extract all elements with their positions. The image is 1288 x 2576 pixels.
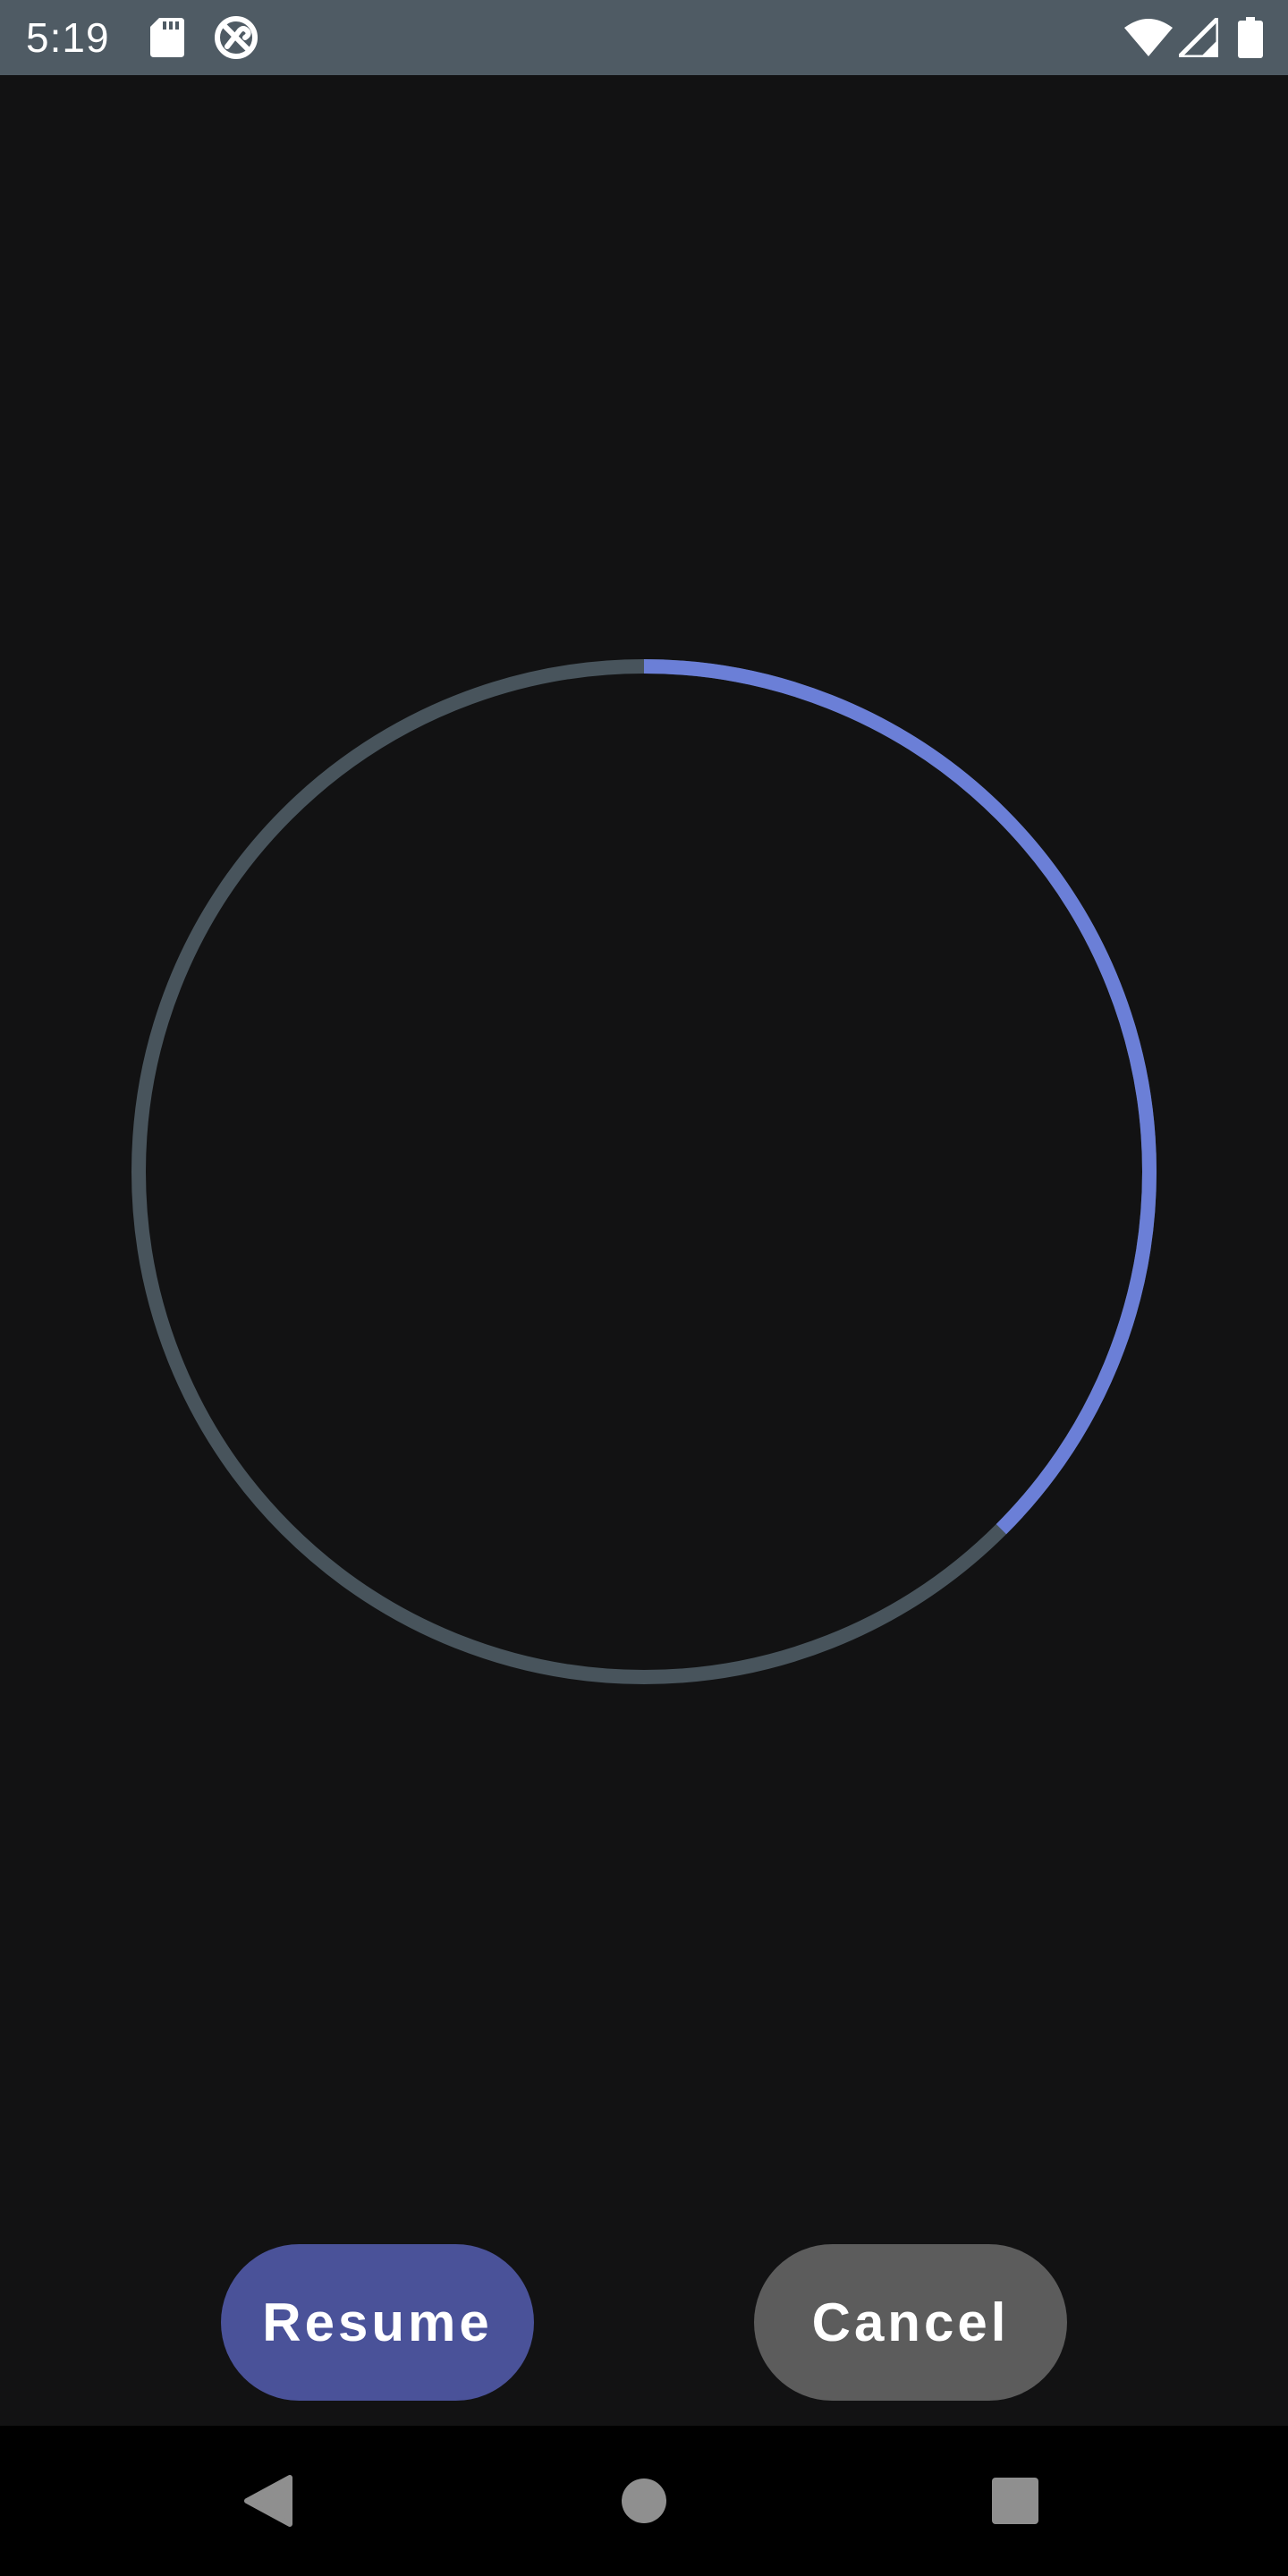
back-icon <box>244 2475 292 2527</box>
cellular-signal-icon <box>1177 0 1220 75</box>
status-time: 5:19 <box>26 14 110 61</box>
battery-icon <box>1233 0 1268 75</box>
cancel-button[interactable]: Cancel <box>754 2244 1067 2401</box>
home-button[interactable] <box>569 2426 719 2576</box>
cancel-button-label: Cancel <box>811 2292 1010 2352</box>
recents-button[interactable] <box>940 2426 1090 2576</box>
progress-ring <box>131 659 1157 1684</box>
sd-card-icon <box>148 0 186 75</box>
recents-icon <box>992 2478 1038 2524</box>
resume-button[interactable]: Resume <box>221 2244 534 2401</box>
do-not-disturb-icon <box>211 0 261 75</box>
wifi-icon <box>1123 0 1174 75</box>
status-bar: 5:19 <box>0 0 1288 75</box>
navigation-bar <box>0 2426 1288 2576</box>
timer-screen: Resume Cancel <box>0 75 1288 2426</box>
resume-button-label: Resume <box>262 2292 493 2352</box>
back-button[interactable] <box>193 2426 343 2576</box>
home-icon <box>622 2479 666 2523</box>
